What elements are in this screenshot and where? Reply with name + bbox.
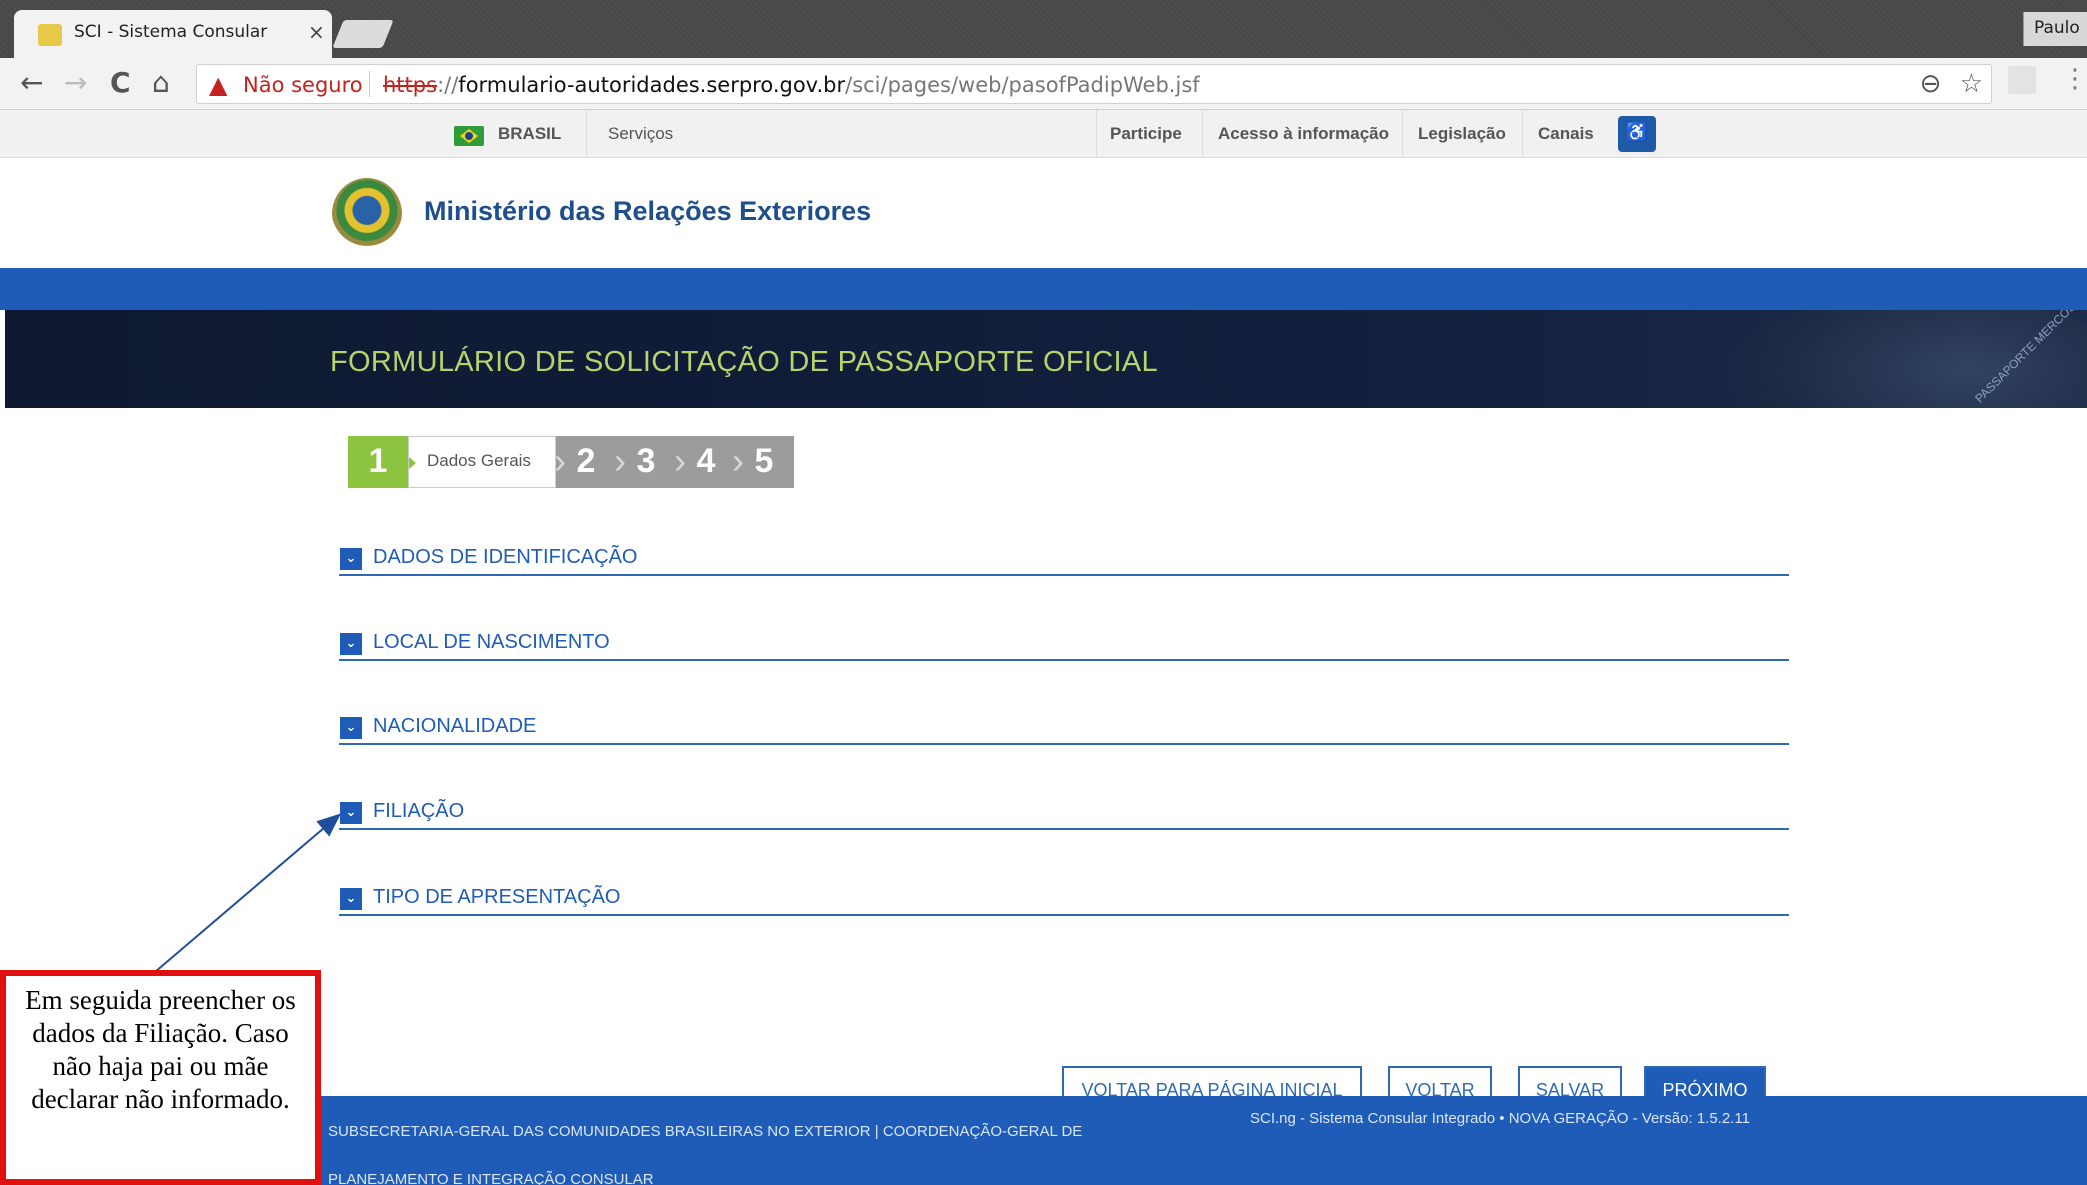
section-title[interactable]: NACIONALIDADE: [373, 715, 536, 738]
security-label[interactable]: Não seguro: [243, 73, 363, 97]
gov-legislacao-link[interactable]: Legislação: [1418, 124, 1506, 144]
section-tipo-apresentacao[interactable]: ⌄ TIPO DE APRESENTAÇÃO: [339, 886, 1789, 916]
step-5[interactable]: 5: [732, 436, 794, 488]
home-icon[interactable]: ⌂: [152, 66, 170, 99]
browser-tab[interactable]: SCI - Sistema Consular Inte ×: [14, 10, 332, 58]
omnibox-actions: ⊖ ☆: [1920, 69, 1983, 99]
step-1-label: Dados Gerais: [408, 436, 556, 488]
gov-participe-link[interactable]: Participe: [1110, 124, 1182, 144]
address-bar[interactable]: ▲ Não seguro https://formulario-autorida…: [196, 64, 1992, 104]
forward-arrow-icon[interactable]: →: [64, 66, 87, 99]
reload-icon[interactable]: C: [110, 66, 131, 99]
close-tab-icon[interactable]: ×: [308, 20, 325, 44]
gov-canais-link[interactable]: Canais: [1538, 124, 1594, 144]
page-banner: PASSAPORTE MERCOSUL FORMULÁRIO DE SOLICI…: [5, 310, 2087, 408]
zoom-icon[interactable]: ⊖: [1920, 69, 1942, 99]
site-header: Ministério das Relações Exteriores: [0, 158, 2087, 268]
chevron-down-icon[interactable]: ⌄: [340, 633, 362, 655]
blue-divider-bar: [0, 268, 2087, 310]
section-title[interactable]: DADOS DE IDENTIFICAÇÃO: [373, 546, 637, 569]
gov-brasil-link[interactable]: BRASIL: [498, 124, 561, 144]
section-title[interactable]: LOCAL DE NASCIMENTO: [373, 631, 610, 654]
step-1[interactable]: 1: [348, 436, 408, 488]
ministry-title[interactable]: Ministério das Relações Exteriores: [424, 196, 871, 227]
page-title: FORMULÁRIO DE SOLICITAÇÃO DE PASSAPORTE …: [330, 346, 1158, 378]
tab-title: SCI - Sistema Consular Inte: [74, 22, 274, 42]
annotation-callout: Em seguida preencher os dados da Filiaçã…: [0, 970, 321, 1185]
step-indicator: 1 Dados Gerais 2 3 4 5: [348, 436, 794, 488]
browser-menu-icon[interactable]: ⋮: [2062, 64, 2087, 94]
step-2[interactable]: 2: [554, 436, 616, 488]
section-dados-identificacao[interactable]: ⌄ DADOS DE IDENTIFICAÇÃO: [339, 546, 1789, 576]
extension-icon[interactable]: [2008, 66, 2036, 94]
brazil-flag-icon: [454, 126, 484, 146]
chevron-down-icon[interactable]: ⌄: [340, 888, 362, 910]
favicon-icon: [38, 24, 62, 46]
footer-version: SCI.ng - Sistema Consular Integrado • NO…: [1250, 1110, 1750, 1127]
annotation-text: Em seguida preencher os dados da Filiaçã…: [25, 985, 296, 1114]
section-title[interactable]: TIPO DE APRESENTAÇÃO: [373, 886, 620, 909]
bookmark-star-icon[interactable]: ☆: [1960, 69, 1983, 99]
profile-button[interactable]: Paulo: [2023, 12, 2087, 46]
passport-decoration: [1715, 310, 2087, 408]
divider: [1096, 110, 1097, 158]
step-4[interactable]: 4: [674, 436, 736, 488]
browser-toolbar: ← → C ⌂ ▲ Não seguro https://formulario-…: [0, 58, 2087, 110]
gov-servicos-link[interactable]: Serviços: [608, 124, 673, 144]
chevron-down-icon[interactable]: ⌄: [340, 802, 362, 824]
coat-of-arms-logo[interactable]: [332, 178, 402, 250]
warning-icon: ▲: [209, 71, 228, 99]
arrow-line: [154, 813, 342, 973]
section-nacionalidade[interactable]: ⌄ NACIONALIDADE: [339, 715, 1789, 745]
accessibility-icon[interactable]: ♿: [1618, 116, 1656, 152]
url-text[interactable]: https://formulario-autoridades.serpro.go…: [383, 73, 1200, 97]
gov-bar: BRASIL Serviços Participe Acesso à infor…: [0, 110, 2087, 158]
url-scheme: https: [383, 73, 438, 97]
section-filiacao[interactable]: ⌄ FILIAÇÃO: [339, 800, 1789, 830]
gov-acesso-link[interactable]: Acesso à informação: [1218, 124, 1389, 144]
section-title[interactable]: FILIAÇÃO: [373, 800, 464, 823]
step-3[interactable]: 3: [614, 436, 676, 488]
divider: [1202, 110, 1203, 158]
url-separator: ://: [437, 73, 459, 97]
divider: [1402, 110, 1403, 158]
divider: [586, 110, 587, 158]
url-host: formulario-autoridades.serpro.gov.br: [458, 73, 846, 97]
new-tab-button[interactable]: [332, 20, 394, 48]
omnibox-divider: [369, 71, 370, 97]
chevron-down-icon[interactable]: ⌄: [340, 548, 362, 570]
footer-organization: SUBSECRETARIA-GERAL DAS COMUNIDADES BRAS…: [328, 1123, 1083, 1185]
chevron-down-icon[interactable]: ⌄: [340, 717, 362, 739]
back-arrow-icon[interactable]: ←: [20, 66, 43, 99]
url-path: /sci/pages/web/pasofPadipWeb.jsf: [845, 73, 1200, 97]
section-local-nascimento[interactable]: ⌄ LOCAL DE NASCIMENTO: [339, 631, 1789, 661]
browser-tab-strip: SCI - Sistema Consular Inte × Paulo: [0, 0, 2087, 58]
divider: [1522, 110, 1523, 158]
